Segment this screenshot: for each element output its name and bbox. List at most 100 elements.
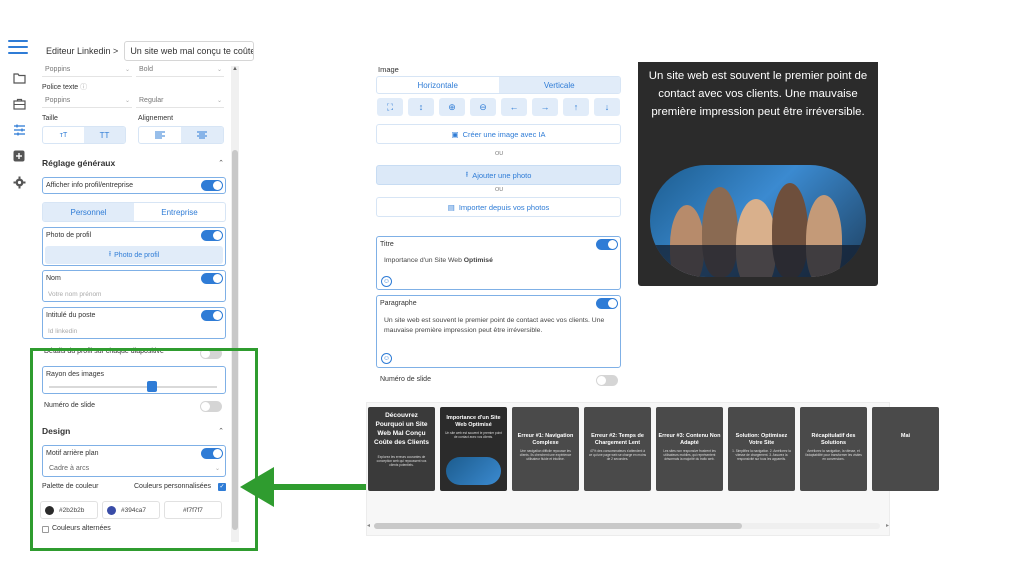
arrow-right-icon[interactable]: → xyxy=(532,98,558,116)
hamburger-menu-icon[interactable] xyxy=(8,40,28,54)
nom-toggle[interactable] xyxy=(201,273,223,284)
folder-icon[interactable] xyxy=(11,70,27,86)
slide-title: Découvrez Pourquoi un Site Web Mal Conçu… xyxy=(374,412,429,446)
upload-icon: ⭱ xyxy=(465,169,469,179)
title-weight-select[interactable]: Bold ⌄ xyxy=(136,64,224,77)
slide-body: 1. Simplifiez la navigation. 2. Améliore… xyxy=(732,449,791,462)
nom-input[interactable]: Votre nom prénom xyxy=(48,291,101,298)
slide-title: Erreur #1: Navigation Complexe xyxy=(517,433,574,446)
arrow-up-icon[interactable]: ↑ xyxy=(563,98,589,116)
slide-title: Erreur #2: Temps de Chargement Lent xyxy=(591,433,644,446)
alignment-toggle[interactable] xyxy=(138,126,224,144)
paragraphe-input[interactable]: Un site web est souvent le premier point… xyxy=(384,316,609,336)
slide-thumbnail[interactable]: Récapitulatif des Solutions Améliorez la … xyxy=(800,407,867,491)
orientation-tabs[interactable]: Horizontale Verticale xyxy=(376,76,621,94)
nom-card: Nom Votre nom prénom xyxy=(42,270,226,302)
numero-slide-toggle[interactable] xyxy=(596,375,618,386)
slide-body: Une navigation difficile repousse les cl… xyxy=(519,449,572,462)
ou-separator: OU xyxy=(495,187,504,193)
image-icon: ▣ xyxy=(451,129,459,139)
emoji-icon[interactable]: ☺ xyxy=(381,276,392,287)
numero-slide-label: Numéro de slide xyxy=(380,376,431,383)
slide-title: Solution: Optimisez Votre Site xyxy=(735,433,788,446)
slide-title: Récapitulatif des Solutions xyxy=(811,433,856,446)
info-icon: ⓘ xyxy=(80,84,88,91)
alignement-label: Alignement xyxy=(138,115,174,122)
slide-thumbnail[interactable]: Mai xyxy=(872,407,939,491)
arrow-down-icon[interactable]: ↓ xyxy=(594,98,620,116)
photo-profil-card: Photo de profil ⭱ Photo de profil xyxy=(42,227,226,266)
tab-entreprise[interactable]: Entreprise xyxy=(134,203,225,221)
top-bar: Editeur Linkedin > Un site web mal conçu… xyxy=(36,38,255,64)
align-left-icon xyxy=(155,131,165,139)
slide-photo xyxy=(446,457,501,485)
size-toggle[interactable]: ᴛT TT xyxy=(42,126,126,144)
poste-card: Intitulé du poste Id linkedin xyxy=(42,307,226,339)
tab-personnel[interactable]: Personnel xyxy=(43,203,134,221)
briefcase-icon[interactable] xyxy=(11,96,27,112)
police-texte-label: Police texte ⓘ xyxy=(42,84,88,91)
reglage-section-title[interactable]: Réglage généraux xyxy=(42,158,115,168)
zoom-in-icon[interactable]: ⊕ xyxy=(439,98,465,116)
breadcrumb[interactable]: Editeur Linkedin > xyxy=(46,46,118,56)
slide-body: 47% des consommateurs s'attendent à ce q… xyxy=(588,449,647,462)
poste-input[interactable]: Id linkedin xyxy=(48,328,77,335)
gallery-icon: ▤ xyxy=(447,202,455,212)
fit-image-icon[interactable]: ⛶ xyxy=(377,98,403,116)
emoji-icon[interactable]: ☺ xyxy=(381,353,392,364)
slide-title: Importance d'un Site Web Optimisé xyxy=(446,415,501,428)
poste-toggle[interactable] xyxy=(201,310,223,321)
arrow-left-icon[interactable]: ← xyxy=(501,98,527,116)
profile-type-tabs[interactable]: Personnel Entreprise xyxy=(42,202,226,222)
slide-thumbnail[interactable]: Découvrez Pourquoi un Site Web Mal Conçu… xyxy=(368,407,435,491)
align-center-icon xyxy=(197,131,207,139)
create-ai-image-button[interactable]: ▣ Créer une image avec IA xyxy=(376,124,621,144)
align-center-button[interactable] xyxy=(181,127,223,143)
size-large-button[interactable]: TT xyxy=(84,127,125,143)
slide-body: Explorez les erreurs courantes de concep… xyxy=(376,455,427,468)
titre-toggle[interactable] xyxy=(596,239,618,250)
sliders-icon[interactable] xyxy=(11,122,27,138)
zoom-out-icon[interactable]: ⊖ xyxy=(470,98,496,116)
paragraphe-card: Paragraphe Un site web est souvent le pr… xyxy=(376,295,621,368)
gear-icon[interactable] xyxy=(11,174,27,190)
align-left-button[interactable] xyxy=(139,127,181,143)
text-weight-select[interactable]: Regular ⌄ xyxy=(136,95,224,108)
slide-thumbnail[interactable]: Erreur #2: Temps de Chargement Lent 47% d… xyxy=(584,407,651,491)
slide-body: Améliorez la navigation, la vitesse, et … xyxy=(805,449,862,462)
photo-profil-toggle[interactable] xyxy=(201,230,223,241)
strip-scrollbar[interactable]: ◂ ▸ xyxy=(366,522,890,530)
size-small-button[interactable]: ᴛT xyxy=(43,127,84,143)
slide-thumbnail[interactable]: Importance d'un Site Web Optimisé Un site… xyxy=(440,407,507,491)
slide-body: Un site web est souvent le premier point… xyxy=(445,431,502,440)
preview-paragraph: Un site web est souvent le premier point… xyxy=(648,70,868,118)
tab-verticale[interactable]: Verticale xyxy=(498,77,620,93)
title-font-select[interactable]: Poppins ⌄ xyxy=(42,64,132,77)
upload-icon: ⭱ xyxy=(108,250,112,258)
paragraphe-toggle[interactable] xyxy=(596,298,618,309)
afficher-info-row: Afficher info profil/entreprise xyxy=(42,177,226,194)
import-photos-button[interactable]: ▤ Importer depuis vos photos xyxy=(376,197,621,217)
align-vertical-icon[interactable]: ↕ xyxy=(408,98,434,116)
highlight-box xyxy=(30,348,258,551)
taille-label: Taille xyxy=(42,115,58,122)
document-title-input[interactable]: Un site web mal conçu te coûte d xyxy=(124,41,255,61)
slide-thumbnail[interactable]: Erreur #3: Contenu Non Adapté Les sites n… xyxy=(656,407,723,491)
slide-thumbnail[interactable]: Erreur #1: Navigation Complexe Une naviga… xyxy=(512,407,579,491)
scroll-up-arrow[interactable]: ▲ xyxy=(232,66,238,72)
slide-thumbnail[interactable]: Solution: Optimisez Votre Site 1. Simplif… xyxy=(728,407,795,491)
slide-title: Erreur #3: Contenu Non Adapté xyxy=(658,433,721,446)
scroll-right-arrow[interactable]: ▸ xyxy=(886,522,889,529)
slide-preview: Un site web est souvent le premier point… xyxy=(638,62,878,286)
photo-profil-button[interactable]: ⭱ Photo de profil xyxy=(45,246,223,264)
annotation-arrow-icon xyxy=(240,467,274,507)
add-box-icon[interactable] xyxy=(11,148,27,164)
tab-horizontale[interactable]: Horizontale xyxy=(377,77,499,93)
titre-input[interactable]: Importance d'un Site Web Optimisé xyxy=(384,256,493,266)
scroll-left-arrow[interactable]: ◂ xyxy=(367,522,370,529)
afficher-info-toggle[interactable] xyxy=(201,180,223,191)
add-photo-button[interactable]: ⭱ Ajouter une photo xyxy=(376,165,621,185)
text-font-select[interactable]: Poppins ⌄ xyxy=(42,95,132,108)
strip-scrollbar-thumb[interactable] xyxy=(374,523,742,529)
chevron-up-icon[interactable]: ⌃ xyxy=(218,159,224,167)
